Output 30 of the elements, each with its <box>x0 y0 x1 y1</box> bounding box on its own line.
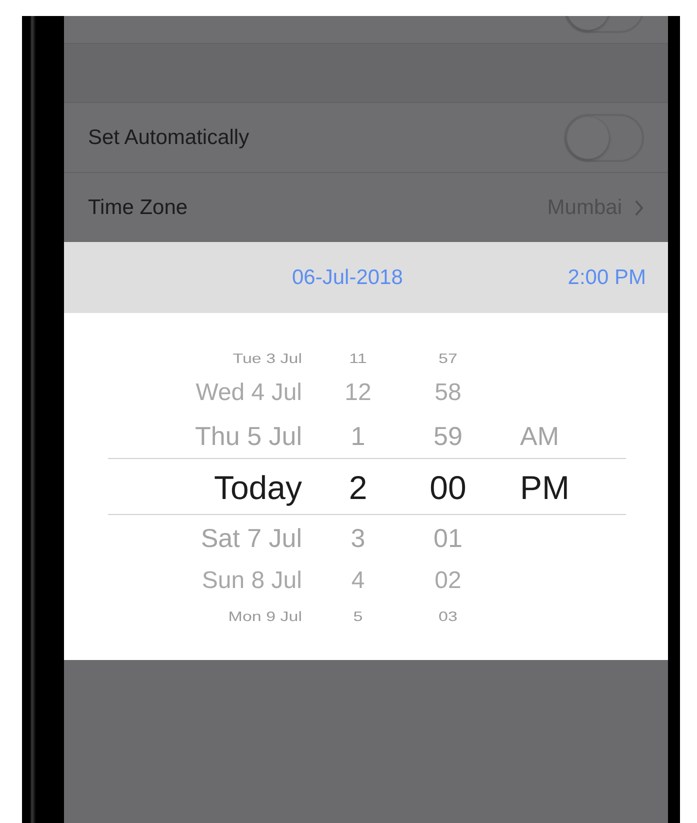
picker-item[interactable]: 5 <box>353 609 363 623</box>
picker-item[interactable]: PM <box>520 470 570 504</box>
picker-item[interactable]: 01 <box>434 525 462 551</box>
date-picker[interactable]: Tue 3 Jul Wed 4 Jul Thu 5 Jul Today Sat 7 Jul Sun 8 Jul Mon 9 Jul 11 12 1 2 3 4 5 57 58 59 00 01 02 03 AM PM <box>64 313 668 660</box>
picker-item[interactable]: 4 <box>351 569 365 593</box>
picker-item[interactable]: 11 <box>349 351 367 365</box>
picker-item[interactable]: 03 <box>438 609 458 623</box>
picker-item[interactable]: 57 <box>438 351 458 365</box>
picker-item[interactable]: Today <box>214 470 302 504</box>
picker-item[interactable]: Sun 8 Jul <box>202 569 302 593</box>
picker-item[interactable]: 02 <box>434 569 462 593</box>
picker-item[interactable]: 59 <box>434 423 462 449</box>
toggle-switch[interactable] <box>564 114 644 162</box>
picker-item[interactable]: 00 <box>430 470 466 504</box>
picker-item[interactable]: Sat 7 Jul <box>200 525 302 551</box>
picker-item[interactable]: 12 <box>344 381 372 405</box>
picker-item[interactable]: 1 <box>350 423 366 449</box>
chevron-icon <box>634 198 644 216</box>
picker-item[interactable]: 3 <box>350 525 366 551</box>
picker-item[interactable]: Wed 4 Jul <box>196 381 302 405</box>
selected-time[interactable]: 2:00 PM <box>568 266 646 290</box>
picker-item[interactable]: Thu 5 Jul <box>195 423 302 449</box>
selected-date[interactable]: 06-Jul-2018 <box>292 266 403 290</box>
setting-label: Set Automatically <box>88 126 250 150</box>
picker-item[interactable]: 2 <box>348 470 368 504</box>
picker-item[interactable]: Tue 3 Jul <box>232 351 302 365</box>
picker-item[interactable]: 58 <box>434 381 462 405</box>
picker-item[interactable]: AM <box>520 423 559 449</box>
setting-label: Time Zone <box>88 196 188 220</box>
picker-item[interactable]: Mon 9 Jul <box>228 609 302 623</box>
